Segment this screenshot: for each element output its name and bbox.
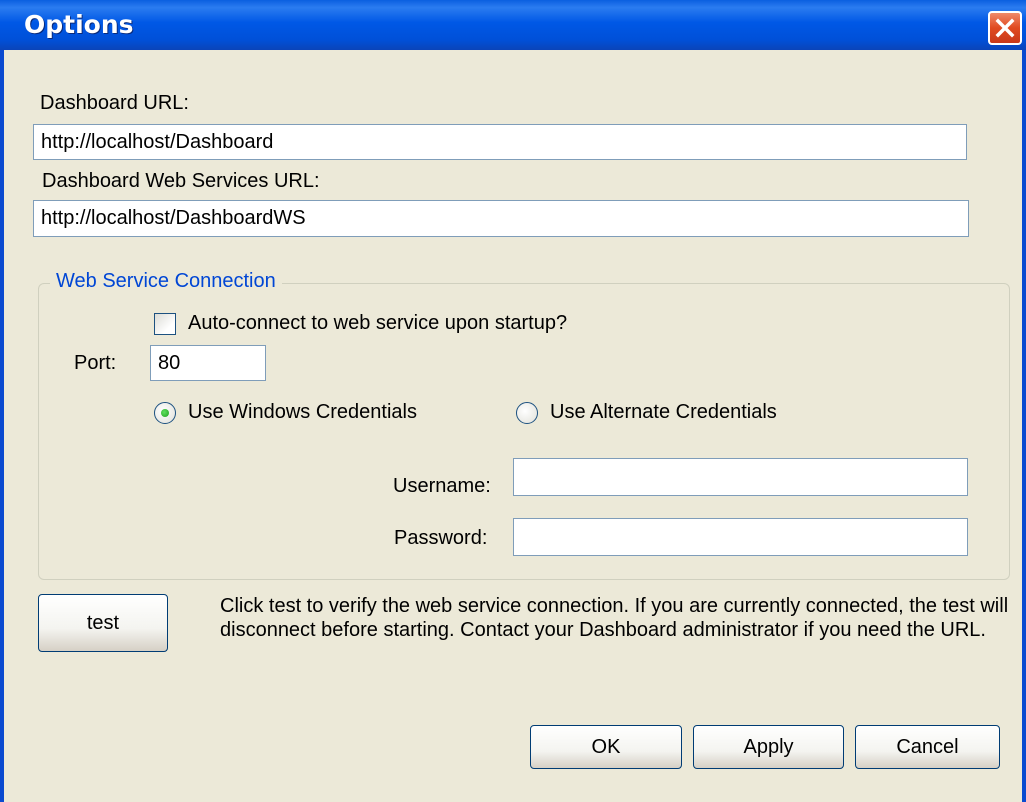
port-input[interactable] xyxy=(150,345,266,381)
radio-selected-dot xyxy=(161,409,169,417)
username-input[interactable] xyxy=(513,458,968,496)
title-bar[interactable]: Options xyxy=(0,0,1026,50)
dashboard-url-input[interactable] xyxy=(33,124,967,160)
autoconnect-checkbox[interactable] xyxy=(154,313,176,335)
webservices-url-input[interactable] xyxy=(33,200,969,237)
radio-windows-credentials[interactable] xyxy=(154,402,176,424)
password-label: Password: xyxy=(394,527,488,549)
options-dialog: Options Dashboard URL: Dashboard Web Ser… xyxy=(0,0,1026,802)
cancel-button[interactable]: Cancel xyxy=(855,725,1000,769)
window-title: Options xyxy=(24,10,134,39)
window-frame-right xyxy=(1022,50,1026,802)
password-input[interactable] xyxy=(513,518,968,556)
webservices-url-label: Dashboard Web Services URL: xyxy=(42,170,320,192)
radio-windows-label[interactable]: Use Windows Credentials xyxy=(188,401,417,424)
radio-alternate-credentials[interactable] xyxy=(516,402,538,424)
ok-button[interactable]: OK xyxy=(530,725,682,769)
dashboard-url-label: Dashboard URL: xyxy=(40,92,189,114)
autoconnect-label[interactable]: Auto-connect to web service upon startup… xyxy=(188,312,567,335)
close-button[interactable] xyxy=(988,11,1022,45)
username-label: Username: xyxy=(393,475,491,497)
apply-button[interactable]: Apply xyxy=(693,725,844,769)
test-description: Click test to verify the web service con… xyxy=(220,595,1009,641)
window-frame-left xyxy=(0,50,4,802)
radio-alternate-label[interactable]: Use Alternate Credentials xyxy=(550,401,777,424)
close-icon xyxy=(995,18,1015,38)
group-legend: Web Service Connection xyxy=(50,270,282,293)
test-button[interactable]: test xyxy=(38,594,168,652)
port-label: Port: xyxy=(74,352,117,374)
